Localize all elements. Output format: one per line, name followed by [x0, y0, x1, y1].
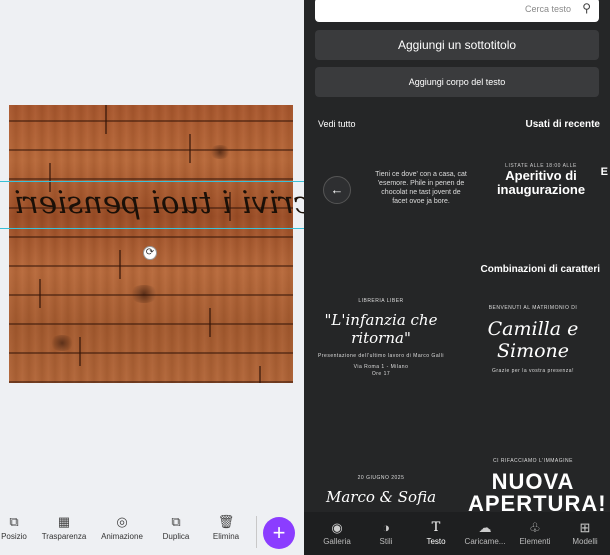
transparency-label: Trasparenza [41, 532, 87, 541]
duplicate-label: Duplica [162, 532, 190, 541]
toolbar-divider [256, 516, 257, 548]
combo-b-line3: Via Roma 1 - Milano [353, 364, 409, 370]
combo-card-infanzia[interactable]: LIBRERIA LIBER "L'infanzia che ritorna" … [318, 298, 444, 378]
search-icon[interactable]: ⚲ [582, 1, 591, 15]
delete-label: Elimina [212, 532, 240, 541]
recent-card-paragraph: Tieni ce dove' con a casa, cat 'esemore.… [375, 171, 467, 205]
nav-elements[interactable]: ♧ Elementi [510, 520, 560, 546]
panel-bottom-nav: ⊞ Modelli ♧ Elementi ☁ Caricame... T Tes… [304, 512, 610, 555]
nav-templates-label: Modelli [572, 537, 598, 546]
bottom-toolbar: ⧉ Posizio ▦ Trasparenza ◎ Animazione ⧉ D… [0, 506, 304, 555]
nav-gallery[interactable]: ◉ Galleria [312, 520, 362, 546]
design-canvas[interactable] [9, 105, 293, 383]
styles-icon: ◑ [382, 520, 390, 535]
combo-d-line1: 20 GIUGNO 2025 [357, 475, 405, 481]
combo-c-headline: NUOVA APERTURA! [468, 469, 607, 516]
search-placeholder: Cerca testo [524, 4, 571, 14]
combo-b-line4: Ore 17 [371, 371, 391, 377]
combo-card-marco-sofia[interactable]: 20 GIUGNO 2025 Marco & Sofia [318, 475, 444, 506]
position-icon: ⧉ [9, 514, 19, 529]
nav-uploads-label: Caricame... [464, 537, 506, 546]
gallery-icon: ◉ [331, 520, 343, 535]
search-input[interactable]: Cerca testo ⚲ [315, 0, 599, 22]
nav-elements-label: Elementi [519, 537, 551, 546]
combo-b-line1: LIBRERIA LIBER [358, 298, 404, 304]
nav-text[interactable]: T Testo [411, 520, 461, 546]
text-panel: Cerca testo ⚲ Aggiungi un sottotitolo Ag… [304, 0, 610, 555]
transparency-icon: ▦ [57, 514, 71, 529]
recent-template-paragraph[interactable]: Tieni ce dove' con a casa, cat 'esemore.… [374, 170, 468, 206]
templates-icon: ⊞ [579, 520, 591, 535]
upload-icon: ☁ [478, 520, 492, 535]
combo-c-line1: CI RIFACCIAMO L'IMMAGINE [493, 458, 573, 464]
add-body-text-button[interactable]: Aggiungi corpo del testo [315, 67, 599, 97]
add-body-label: Aggiungi corpo del testo [408, 77, 506, 87]
trash-icon: 🗑 [217, 514, 235, 529]
recent-section-title: Usati di recente [525, 119, 600, 130]
elements-icon: ♧ [529, 520, 541, 535]
combo-a-script: Camilla e Simone [487, 318, 579, 362]
add-button[interactable]: + [263, 517, 295, 549]
recent-template-aperitivo[interactable]: LISTATE ALLE 18:00 ALLE Aperitivo di ina… [490, 163, 592, 197]
transparency-button[interactable]: ▦ Trasparenza [40, 512, 88, 541]
text-icon: T [431, 520, 441, 535]
animation-button[interactable]: ◎ Animazione [98, 512, 146, 541]
delete-button[interactable]: 🗑 Elimina [208, 512, 244, 541]
add-subtitle-button[interactable]: Aggiungi un sottotitolo [315, 30, 599, 60]
recent-card-headline: Aperitivo di inaugurazione [496, 168, 586, 197]
combo-card-nuova-apertura[interactable]: CI RIFACCIAMO L'IMMAGINE NUOVA APERTURA! [468, 458, 607, 516]
nav-templates[interactable]: ⊞ Modelli [560, 520, 610, 546]
partial-card-glyph: E [600, 166, 608, 178]
rotate-handle-icon[interactable]: ⟳ [143, 246, 157, 260]
animation-icon: ◎ [116, 514, 128, 529]
position-button[interactable]: ⧉ Posizio [0, 512, 28, 541]
duplicate-icon: ⧉ [171, 514, 181, 529]
combo-d-script: Marco & Sofia [325, 488, 437, 506]
combo-a-line1: BENVENUTI AL MATRIMONIO DI [488, 305, 578, 311]
combo-a-line2: Grazie per la vostra presenza! [492, 368, 574, 374]
combo-card-camilla-simone[interactable]: BENVENUTI AL MATRIMONIO DI Camilla e Sim… [468, 305, 598, 375]
combo-b-script: "L'infanzia che ritorna" [324, 311, 438, 347]
duplicate-button[interactable]: ⧉ Duplica [158, 512, 194, 541]
animation-label: Animazione [101, 532, 143, 541]
nav-styles[interactable]: ◑ Stili [361, 520, 411, 546]
scroll-left-arrow-icon[interactable]: ← [323, 176, 351, 204]
position-label: Posizio [1, 532, 27, 541]
font-combos-title: Combinazioni di caratteri [480, 264, 600, 275]
nav-gallery-label: Galleria [323, 537, 351, 546]
canvas-text-content: Scrivi i tuoi pensieri [14, 185, 333, 221]
canvas-text-element[interactable]: Scrivi i tuoi pensieri [14, 178, 332, 228]
nav-text-label: Testo [426, 537, 446, 546]
alignment-guide-bottom [0, 228, 304, 229]
canvas-workspace: Scrivi i tuoi pensieri ⟳ [0, 0, 332, 555]
see-all-link[interactable]: Vedi tutto [318, 119, 356, 129]
nav-styles-label: Stili [379, 537, 393, 546]
nav-uploads[interactable]: ☁ Caricame... [460, 520, 510, 546]
add-subtitle-label: Aggiungi un sottotitolo [397, 38, 517, 52]
combo-b-line2: Presentazione dell'ultimo lavoro di Marc… [318, 353, 444, 359]
plus-icon: + [272, 520, 286, 545]
